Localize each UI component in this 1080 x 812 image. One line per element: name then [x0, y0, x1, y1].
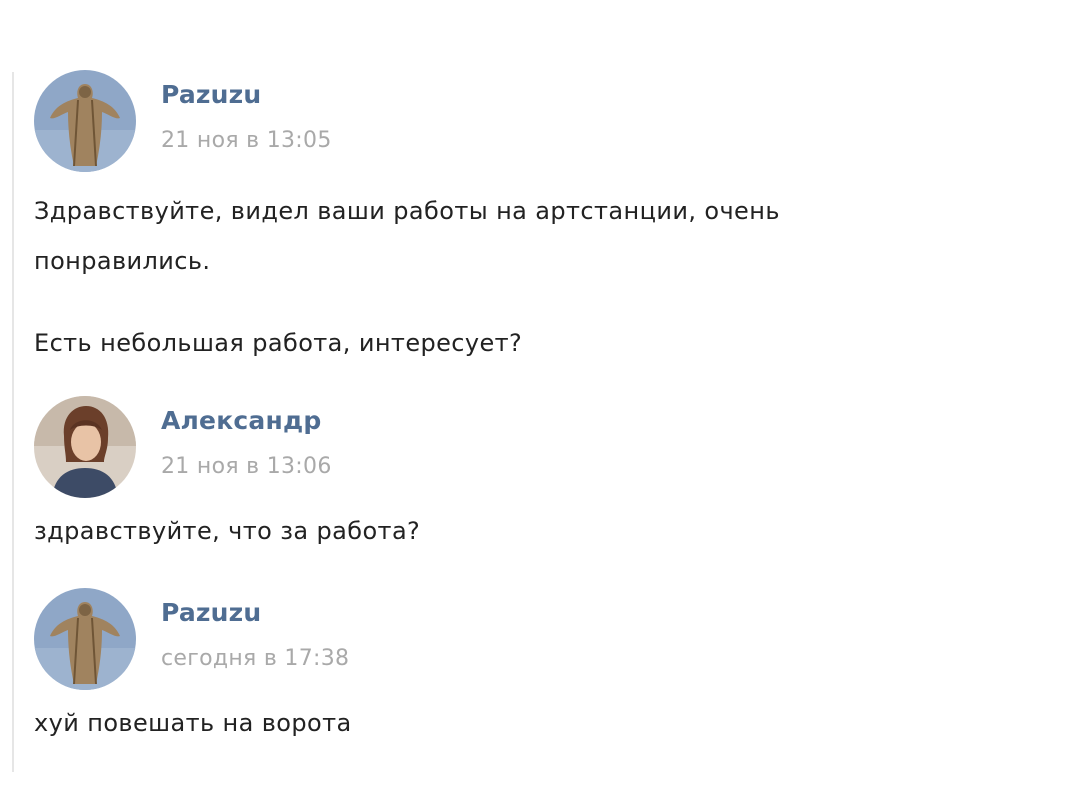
- avatar[interactable]: [34, 588, 136, 690]
- chat-history: Pazuzu 21 ноя в 13:05 Здравствуйте, виде…: [0, 0, 1080, 812]
- statue-avatar-icon: [34, 70, 136, 172]
- author-name[interactable]: Александр: [161, 406, 321, 435]
- message-header: Pazuzu сегодня в 17:38: [34, 588, 634, 698]
- message-header: Александр 21 ноя в 13:06: [34, 396, 634, 506]
- message-text-line: понравились.: [34, 247, 211, 275]
- author-name[interactable]: Pazuzu: [161, 80, 261, 109]
- message-text-line: Здравствуйте, видел ваши работы на артст…: [34, 197, 780, 225]
- message-text-line: здравствуйте, что за работа?: [34, 517, 421, 545]
- message-time[interactable]: 21 ноя в 13:06: [161, 454, 332, 479]
- statue-avatar-icon: [34, 588, 136, 690]
- message-text-line: Есть небольшая работа, интересует?: [34, 329, 523, 357]
- avatar[interactable]: [34, 396, 136, 498]
- left-divider: [12, 72, 14, 772]
- person-avatar-icon: [34, 396, 136, 498]
- message-header: Pazuzu 21 ноя в 13:05: [34, 70, 634, 180]
- avatar[interactable]: [34, 70, 136, 172]
- message-text-line: хуй повешать на ворота: [34, 709, 352, 737]
- author-name[interactable]: Pazuzu: [161, 598, 261, 627]
- message-time[interactable]: 21 ноя в 13:05: [161, 128, 332, 153]
- message-time[interactable]: сегодня в 17:38: [161, 646, 349, 671]
